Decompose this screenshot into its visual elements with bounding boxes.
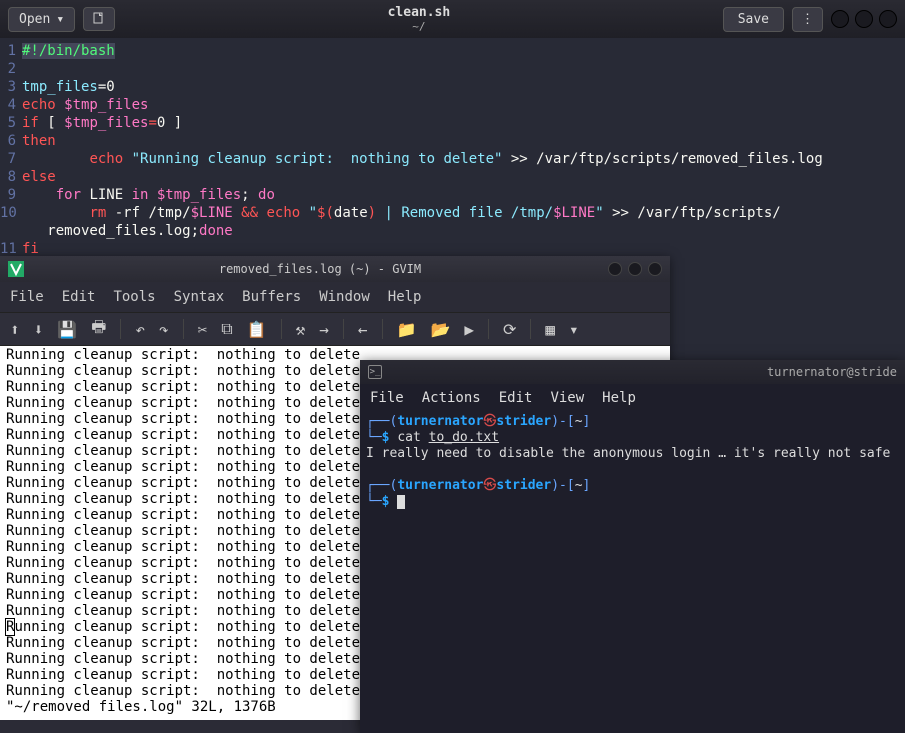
session-save-icon[interactable]: 📂 <box>430 320 450 339</box>
terminal-window: >_ turnernator@stride File Actions Edit … <box>360 360 905 733</box>
gvim-menu-window[interactable]: Window <box>319 289 370 305</box>
grid-icon[interactable]: ▦ <box>545 320 555 339</box>
gvim-maximize-button[interactable] <box>628 262 642 276</box>
cut-icon[interactable]: ✂ <box>198 320 208 339</box>
back-icon[interactable]: ← <box>358 320 368 339</box>
find-icon[interactable]: ⚒ <box>296 320 306 339</box>
refresh-icon[interactable]: ⟳ <box>503 320 516 339</box>
redo-icon[interactable]: ↷ <box>159 320 169 339</box>
gvim-menu-syntax[interactable]: Syntax <box>174 289 225 305</box>
gvim-menu-tools[interactable]: Tools <box>113 289 155 305</box>
term-menu-edit[interactable]: Edit <box>499 390 533 406</box>
gvim-icon <box>8 261 24 277</box>
minimize-button[interactable] <box>831 10 849 28</box>
term-menu-file[interactable]: File <box>370 390 404 406</box>
open-button[interactable]: Open ▾ <box>8 7 75 32</box>
undo-icon[interactable]: ↶ <box>135 320 145 339</box>
run-icon[interactable]: ▶ <box>464 320 474 339</box>
code-editor[interactable]: 1#!/bin/bash 2 3tmp_files=0 4echo $tmp_f… <box>0 38 905 254</box>
terminal-menubar: File Actions Edit View Help <box>360 384 905 412</box>
kebab-icon: ⋮ <box>801 12 814 27</box>
maximize-button[interactable] <box>855 10 873 28</box>
window-title: clean.sh ~/ <box>115 5 723 34</box>
save-all-icon[interactable]: 💾 <box>57 320 77 339</box>
chevron-down-icon[interactable]: ▾ <box>569 320 579 339</box>
chevron-down-icon: ▾ <box>56 12 64 27</box>
new-tab-button[interactable] <box>83 7 115 31</box>
gvim-menu-edit[interactable]: Edit <box>62 289 96 305</box>
gvim-menu-file[interactable]: File <box>10 289 44 305</box>
gvim-close-button[interactable] <box>648 262 662 276</box>
term-menu-actions[interactable]: Actions <box>422 390 481 406</box>
copy-icon[interactable]: ⧉ <box>221 319 232 339</box>
cursor <box>397 495 405 509</box>
close-button[interactable] <box>879 10 897 28</box>
terminal-body[interactable]: ┌──(turnernator㉿strider)-[~] └─$ cat to_… <box>360 412 905 512</box>
gvim-menu-help[interactable]: Help <box>388 289 422 305</box>
term-menu-help[interactable]: Help <box>602 390 636 406</box>
save-button[interactable]: Save <box>723 7 784 32</box>
session-load-icon[interactable]: 📁 <box>397 320 417 339</box>
save-icon[interactable]: ⬇ <box>34 320 44 339</box>
file-title: clean.sh <box>388 5 451 20</box>
gvim-minimize-button[interactable] <box>608 262 622 276</box>
hamburger-menu-button[interactable]: ⋮ <box>792 7 823 32</box>
gvim-menu-buffers[interactable]: Buffers <box>242 289 301 305</box>
file-subtitle: ~/ <box>115 20 723 33</box>
gvim-title: removed_files.log (~) - GVIM <box>32 262 608 276</box>
open-label: Open <box>19 12 50 27</box>
term-menu-view[interactable]: View <box>550 390 584 406</box>
terminal-icon: >_ <box>368 365 382 379</box>
print-icon[interactable]: 🖶 <box>91 316 106 343</box>
gvim-menubar: File Edit Tools Syntax Buffers Window He… <box>0 282 670 312</box>
open-icon[interactable]: ⬆ <box>10 320 20 339</box>
gvim-toolbar: ⬆ ⬇ 💾 🖶 ↶ ↷ ✂ ⧉ 📋 ⚒ → ← 📁 📂 ▶ ⟳ ▦ ▾ <box>0 312 670 346</box>
paste-icon[interactable]: 📋 <box>247 320 267 339</box>
terminal-title: turnernator@stride <box>388 365 897 379</box>
terminal-output: I really need to disable the anonymous l… <box>366 446 899 462</box>
new-document-icon <box>92 12 106 26</box>
find-next-icon[interactable]: → <box>319 320 329 339</box>
